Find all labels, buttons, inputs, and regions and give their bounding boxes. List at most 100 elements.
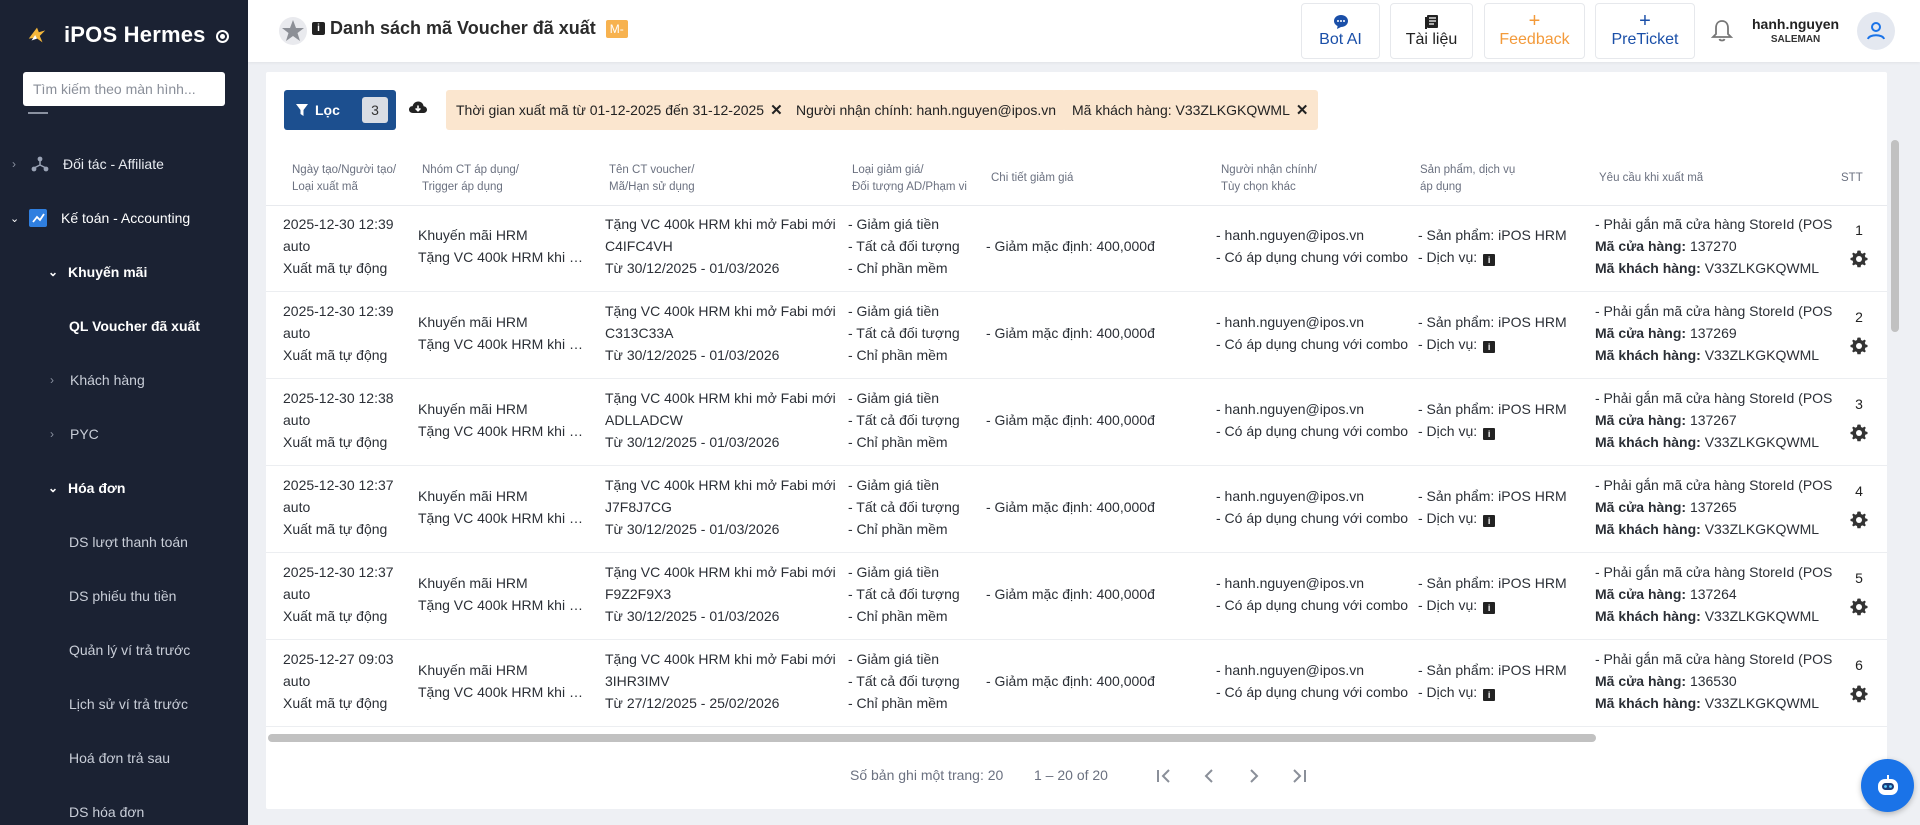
close-icon[interactable]: ✕ (770, 101, 783, 119)
sidebar-item-customers[interactable]: › Khách hàng (0, 365, 248, 395)
feedback-label: Feedback (1499, 31, 1570, 48)
next-page-icon[interactable] (1242, 764, 1266, 788)
cell-requirements: - Phải gắn mã cửa hàng StoreId (POS-ID) M… (1595, 216, 1833, 276)
sidebar-item-pyc[interactable]: › PYC (0, 419, 248, 449)
cell-stt: 5 (1855, 570, 1863, 586)
cell-discount-detail: - Giảm mặc định: 400,000đ (986, 499, 1155, 515)
info-icon[interactable]: i (312, 22, 325, 35)
sidebar-item-affiliate[interactable]: › Đối tác - Affiliate (0, 149, 248, 179)
table-row[interactable]: 2025-12-27 09:03 auto Xuất mã tự động Khuyế… (266, 641, 1887, 727)
cell-requirements: - Phải gắn mã cửa hàng StoreId (POS-ID) M… (1595, 390, 1833, 450)
info-icon[interactable]: i (1483, 341, 1496, 353)
sidebar-item-payments[interactable]: DS lượt thanh toán (0, 527, 248, 557)
cell-voucher: Tặng VC 400k HRM khi mở Fabi mới C4IFC4VH… (605, 216, 835, 276)
header-recipient[interactable]: Người nhận chính/Tùy chọn khác (1221, 162, 1317, 196)
sidebar-item-label: Khách hàng (70, 372, 145, 388)
cell-group: Khuyến mãi HRMTặng VC 400k HRM khi mở Fa… (418, 314, 588, 352)
header-stt[interactable]: STT (1841, 170, 1863, 187)
table-row[interactable]: 2025-12-30 12:37 auto Xuất mã tự động Khuyế… (266, 554, 1887, 640)
filter-button[interactable]: Lọc 3 (284, 90, 396, 130)
info-icon[interactable]: i (1483, 602, 1496, 614)
sidebar-search-input[interactable] (23, 72, 225, 106)
per-page-value[interactable]: 20 (988, 767, 1004, 783)
info-icon[interactable]: i (1483, 515, 1496, 527)
sidebar-item-prepaid-history[interactable]: Lịch sử ví trả trước (0, 689, 248, 719)
filter-chip-recipient[interactable]: Người nhận chính: hanh.nguyen@ipos.vn (786, 90, 1067, 130)
header-requirements[interactable]: Yêu cầu khi xuất mã (1599, 170, 1703, 187)
header-group[interactable]: Nhóm CT áp dụng/Trigger áp dụng (422, 162, 519, 196)
sidebar-item-receipts[interactable]: DS phiếu thu tiền (0, 581, 248, 611)
per-page-label[interactable]: Số bản ghi một trang: 20 (850, 767, 1003, 783)
horizontal-scrollbar[interactable] (268, 733, 1887, 743)
scrollbar-thumb[interactable] (1891, 140, 1899, 332)
cell-requirements: - Phải gắn mã cửa hàng StoreId (POS-ID) M… (1595, 477, 1833, 537)
sidebar-item-invoices[interactable]: ⌄ Hóa đơn (0, 473, 248, 503)
sidebar-item-prepaid-wallet[interactable]: Quản lý ví trả trước (0, 635, 248, 665)
sidebar-item-invoice-list[interactable]: DS hóa đơn (0, 797, 248, 825)
cell-discount-detail: - Giảm mặc định: 400,000đ (986, 238, 1155, 254)
cell-created: 2025-12-30 12:38 auto Xuất mã tự động (283, 390, 394, 450)
filter-chip-date[interactable]: Thời gian xuất mã từ 01-12-2025 đến 31-1… (446, 90, 793, 130)
cell-stt: 1 (1855, 222, 1863, 238)
cell-requirements: - Phải gắn mã cửa hàng StoreId (POS-ID) M… (1595, 303, 1833, 363)
preticket-button[interactable]: + PreTicket (1595, 3, 1695, 59)
top-header: i Danh sách mã Voucher đã xuất M- Bot AI… (248, 0, 1920, 62)
info-icon[interactable]: i (1483, 254, 1496, 266)
scrollbar-thumb[interactable] (268, 734, 1596, 742)
cell-discount-type: - Giảm giá tiền - Tất cả đối tượng - Chỉ p… (848, 651, 960, 711)
gear-icon[interactable] (1849, 423, 1869, 443)
table-row[interactable]: 2025-12-30 12:38 auto Xuất mã tự động Khuyế… (266, 380, 1887, 466)
header-created[interactable]: Ngày tạo/Người tạo/Loại xuất mã (292, 162, 396, 196)
docs-button[interactable]: Tài liệu (1390, 3, 1473, 59)
info-icon[interactable]: i (1483, 689, 1496, 701)
cell-created: 2025-12-30 12:39 auto Xuất mã tự động (283, 303, 394, 363)
filter-chip-customer[interactable]: Mã khách hàng: V33ZLKGKQWML ✕ (1062, 90, 1319, 130)
menu-badge[interactable]: M- (605, 19, 628, 38)
cell-group: Khuyến mãi HRMTặng VC 400k HRM khi mở Fa… (418, 227, 588, 265)
sidebar-item-label: DS lượt thanh toán (69, 534, 188, 550)
table-row[interactable]: 2025-12-30 12:39 auto Xuất mã tự động Khuyế… (266, 293, 1887, 379)
docs-label: Tài liệu (1405, 31, 1458, 48)
table-row[interactable]: 2025-12-30 12:39 auto Xuất mã tự động Khuyế… (266, 206, 1887, 292)
avatar[interactable] (1857, 12, 1895, 50)
header-products[interactable]: Sản phẩm, dịch vụ áp dụng (1420, 162, 1515, 196)
sidebar-item-voucher-exported[interactable]: QL Voucher đã xuất (0, 311, 248, 341)
cloud-download-icon[interactable] (408, 100, 428, 116)
plus-icon: + (1528, 10, 1541, 32)
brand-dot-icon[interactable] (215, 30, 229, 43)
cell-products: - Sản phẩm: iPOS HRM - Dịch vụ: i (1418, 314, 1567, 353)
vertical-scrollbar[interactable] (1891, 140, 1899, 660)
page-range: 1 – 20 of 20 (1034, 767, 1108, 783)
header-discount-detail[interactable]: Chi tiết giảm giá (991, 170, 1073, 187)
gear-icon[interactable] (1849, 684, 1869, 704)
chevron-down-icon: ⌄ (48, 265, 59, 279)
cell-discount-type: - Giảm giá tiền - Tất cả đối tượng - Chỉ p… (848, 303, 960, 363)
gear-icon[interactable] (1849, 510, 1869, 530)
gear-icon[interactable] (1849, 597, 1869, 617)
prev-page-icon[interactable] (1197, 764, 1221, 788)
gear-icon[interactable] (1849, 249, 1869, 269)
info-icon[interactable]: i (1483, 428, 1496, 440)
close-icon[interactable]: ✕ (1296, 101, 1309, 119)
cell-products: - Sản phẩm: iPOS HRM - Dịch vụ: i (1418, 575, 1567, 614)
cell-products: - Sản phẩm: iPOS HRM - Dịch vụ: i (1418, 401, 1567, 440)
cell-discount-type: - Giảm giá tiền - Tất cả đối tượng - Chỉ p… (848, 216, 960, 276)
first-page-icon[interactable] (1152, 764, 1176, 788)
gear-icon[interactable] (1849, 336, 1869, 356)
header-voucher-name[interactable]: Tên CT voucher/Mã/Hạn sử dụng (609, 162, 695, 196)
user-icon (1867, 22, 1885, 40)
sidebar-item-accounting[interactable]: ⌄ Kế toán - Accounting (0, 203, 248, 233)
last-page-icon[interactable] (1287, 764, 1311, 788)
bot-ai-button[interactable]: Bot AI (1301, 3, 1380, 59)
table-row[interactable]: 2025-12-30 12:37 auto Xuất mã tự động Khuyế… (266, 467, 1887, 553)
chevron-right-icon: › (50, 427, 54, 441)
feedback-button[interactable]: + Feedback (1484, 3, 1585, 59)
user-info[interactable]: hanh.nguyen SALEMAN (1752, 16, 1839, 45)
sidebar-item-promotions[interactable]: ⌄ Khuyến mãi (0, 257, 248, 287)
bell-icon[interactable] (1710, 18, 1734, 44)
filter-icon (296, 104, 308, 116)
chat-bubble-icon (1333, 15, 1348, 29)
header-discount-type[interactable]: Loại giảm giá/Đối tượng AD/Phạm vi (852, 162, 967, 196)
sidebar-item-postpaid-invoices[interactable]: Hoá đơn trả sau (0, 743, 248, 773)
chatbot-button[interactable] (1861, 759, 1914, 812)
